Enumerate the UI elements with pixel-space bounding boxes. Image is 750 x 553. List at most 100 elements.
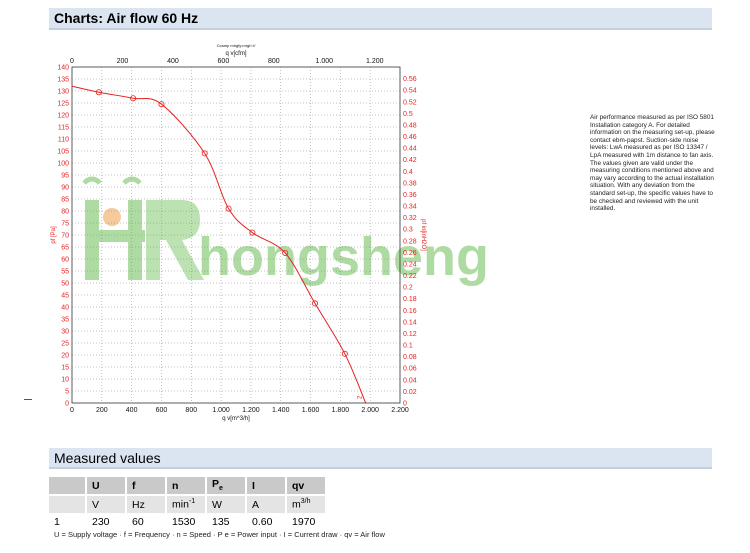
unit-cell: m3/h [286,494,327,513]
y-tick-label: 90 [61,185,69,192]
data-cell: 1970 [286,513,327,531]
y2-tick-label: 0.4 [403,169,413,176]
x-axis-title: q v[m^3/h] [222,416,250,422]
y-tick-label: 125 [57,101,69,108]
x-tick-label: 400 [126,407,138,414]
y-axis-title: pf [Pa] [51,226,57,244]
watermark-text: hongsheng [198,227,489,287]
x2-tick-label: 0 [70,58,74,65]
y2-tick-label: 0.08 [403,354,417,361]
header-cell [49,477,87,495]
y2-tick-label: 0.22 [403,273,417,280]
header-cell: I [246,477,287,495]
y-tick-label: 130 [57,89,69,96]
data-cell: 60 [126,513,167,531]
table-footnote: U = Supply voltage · f = Frequency · n =… [54,530,385,539]
x-tick-label: 1.200 [242,407,260,414]
air-flow-chart: hongsheng 0 5 10 15 20 25 30 35 40 45 50 55 60 65 70 75… [51,43,489,422]
header-cell: f [126,477,167,495]
y-tick-label: 120 [57,113,69,120]
y2-tick-label: 0.28 [403,238,417,245]
x2-tick-label: 600 [218,58,230,65]
y-tick-label: 140 [57,65,69,72]
x-tick-label: 200 [96,407,108,414]
data-cell: 135 [206,513,247,531]
y2-tick-label: 0.24 [403,261,417,268]
y-tick-label: 40 [61,305,69,312]
y-tick-label: 65 [61,245,69,252]
y2-tick-label: 0.36 [403,192,417,199]
y2-tick-label: 0.26 [403,250,417,257]
y-tick-label: 115 [58,125,69,132]
x-tick-label: 0 [70,407,74,414]
unit-cell: V [86,494,127,513]
y-tick-label: 70 [61,233,69,240]
x-tick-label: 1.800 [332,407,350,414]
y2-tick-label: 0.1 [403,343,413,350]
x-tick-label: 2.000 [361,407,379,414]
unit-cell: Hz [126,494,167,513]
x-tick-label: 1.400 [272,407,290,414]
y2-tick-label: 0.16 [403,308,417,315]
y2-tick-label: 0.5 [403,111,413,118]
y-tick-label: 110 [58,137,69,144]
y2-tick-label: 0.42 [403,157,417,164]
y-tick-label: 30 [61,329,69,336]
y-tick-label: 5 [65,389,69,396]
unit-cell: min-1 [166,494,207,513]
y-tick-label: 105 [57,149,69,156]
y2-tick-label: 0.56 [403,76,417,83]
header-cell: Pe [206,477,247,495]
measured-values-table: U f n Pe I qv V Hz min-1 W A m3/h 1 230 … [49,477,327,531]
y-tick-label: 45 [61,293,69,300]
y-tick-label: 135 [57,77,69,84]
y2-tick-label: 0.3 [403,227,413,234]
table-header-row: U f n Pe I qv [49,477,327,495]
y-tick-label: 75 [61,221,69,228]
y2-tick-label: 0.54 [403,88,417,95]
unit-cell: A [246,494,287,513]
data-cell: 230 [86,513,127,531]
y-tick-label: 20 [61,353,69,360]
data-cell: 1 [49,513,87,531]
y2-tick-label: 0.48 [403,122,417,129]
y-tick-label: 25 [61,341,69,348]
y2-tick-label: 0.46 [403,134,417,141]
y-tick-label: 85 [61,197,69,204]
y-tick-label: 60 [61,257,69,264]
x-tick-label: 1.000 [212,407,230,414]
header-cell: n [166,477,207,495]
y2-tick-label: 0.38 [403,180,417,187]
y2-tick-label: 0.2 [403,285,413,292]
y-tick-label: 0 [65,401,69,408]
x2-axis-title: q v[cfm] [225,51,246,57]
y-tick-label: 95 [61,173,69,180]
header-cell: qv [286,477,327,495]
y-tick-label: 10 [61,377,69,384]
y-tick-label: 80 [61,209,69,216]
measured-values-header: Measured values [49,448,712,469]
margin-dash [24,399,32,400]
y2-tick-label: 0.18 [403,296,417,303]
x-tick-label: 1.600 [302,407,320,414]
y2-tick-label: 0.34 [403,204,417,211]
data-cell: 0.60 [246,513,287,531]
y2-tick-label: 0.32 [403,215,417,222]
x-tick-label: 2.200 [391,407,409,414]
y2-axis-title: pf in[inH2O] [420,219,426,251]
x2-tick-label: 400 [167,58,179,65]
y2-tick-label: 0.52 [403,99,417,106]
y2-tick-label: 0.14 [403,319,417,326]
measured-values-title: Measured values [54,450,161,466]
y-tick-label: 35 [61,317,69,324]
y-tick-label: 50 [61,281,69,288]
chart-subtitle: Ccamp mirgfy:mrgf=V [217,43,256,48]
header-cell: U [86,477,127,495]
unit-cell [49,494,87,513]
table-units-row: V Hz min-1 W A m3/h [49,494,327,513]
x2-tick-label: 800 [268,58,280,65]
y-tick-label: 55 [61,269,69,276]
x2-tick-label: 1.200 [366,58,384,65]
x2-tick-label: 200 [117,58,129,65]
unit-cell: W [206,494,247,513]
